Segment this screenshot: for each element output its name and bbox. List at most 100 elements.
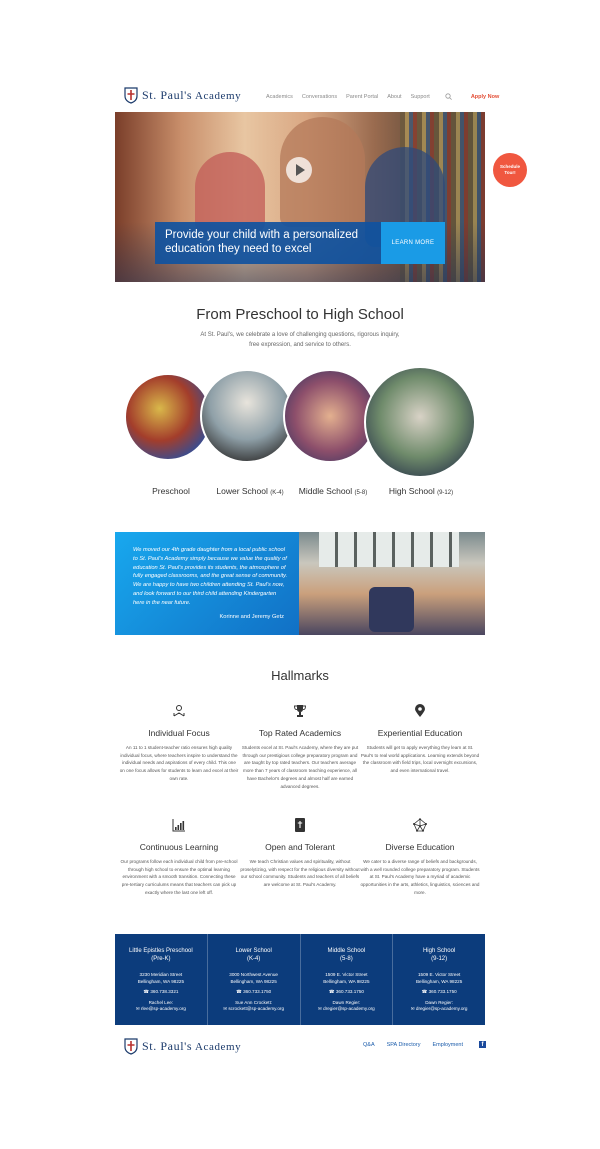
hallmark-text: Students excel at St. Paul's Academy, wh…: [241, 745, 359, 789]
students-photo: [299, 532, 485, 635]
contact-preschool: Little Epistles Preschool (Pre-K) 3230 Me…: [115, 934, 208, 1025]
school-contacts: Little Epistles Preschool (Pre-K) 3230 Me…: [115, 934, 485, 1025]
growth-chart-icon: [172, 818, 186, 832]
logo-text: St. Paul's Academy: [142, 1039, 242, 1053]
lower-school-photo[interactable]: [200, 369, 294, 463]
high-school-photo[interactable]: [364, 366, 476, 478]
contact-city: Bellingham, WA 98225: [137, 978, 185, 984]
nav-parent-portal[interactable]: Parent Portal: [346, 94, 378, 100]
hallmark-experiential: Experiential Education Students will get…: [360, 704, 480, 775]
hallmark-top-rated: Top Rated Academics Students excel at St…: [240, 704, 360, 790]
mail-icon: ✉: [410, 1006, 415, 1011]
main-nav: Academics Conversations Parent Portal Ab…: [266, 93, 499, 100]
map-pin-icon: [413, 704, 427, 718]
contact-title: Middle School: [327, 948, 366, 954]
level-middle-school[interactable]: Middle School (5-8): [290, 486, 376, 496]
footer-link-qa[interactable]: Q&A: [363, 1042, 375, 1048]
mail-icon: ✉: [135, 1006, 140, 1011]
hallmark-title: Open and Tolerant: [265, 842, 335, 852]
contact-grades: (5-8): [340, 956, 353, 962]
footer-logo[interactable]: St. Paul's Academy: [124, 1038, 241, 1055]
mail-icon: ✉: [223, 1006, 228, 1011]
schedule-label: Schedule: [499, 164, 520, 169]
crest-icon: [124, 87, 138, 104]
contact-high-school: High School (9-12) 1509 E. Victor Street …: [393, 934, 485, 1025]
hallmark-text: An 11 to 1 student-teacher ratio ensures…: [119, 745, 239, 781]
level-lower-school[interactable]: Lower School (K-4): [207, 486, 293, 496]
reading-child-icon: [172, 704, 186, 718]
schedule-label-2: Tour!: [504, 170, 516, 175]
trophy-icon: [293, 704, 307, 718]
contact-email[interactable]: ✉ dregier@sp-academy.org: [301, 1006, 393, 1013]
contact-email[interactable]: ✉ dregier@sp-academy.org: [393, 1006, 485, 1013]
search-icon[interactable]: [445, 93, 452, 100]
nav-conversations[interactable]: Conversations: [302, 94, 337, 100]
phone-icon: ☎: [421, 989, 428, 994]
site-logo[interactable]: St. Paul's Academy: [124, 87, 241, 104]
contact-city: Bellingham, WA 98225: [415, 978, 463, 984]
contact-lower-school: Lower School (K-4) 3000 Northwest Avenue …: [208, 934, 301, 1025]
phone-icon: ☎: [328, 989, 335, 994]
preschool-photo[interactable]: [124, 373, 212, 461]
hallmark-text: Our programs follow each individual chil…: [120, 859, 238, 895]
facebook-icon[interactable]: f: [479, 1041, 487, 1048]
hallmark-open-tolerant: Open and Tolerant We teach Christian val…: [240, 818, 360, 889]
schedule-tour-button[interactable]: Schedule Tour!: [493, 153, 527, 187]
hallmark-text: We teach Christian values and spirituali…: [240, 859, 360, 888]
nav-support[interactable]: Support: [411, 94, 430, 100]
hallmark-diverse: Diverse Education We cater to a diverse …: [360, 818, 480, 897]
contact-phone[interactable]: ☎ 360.733.1750: [301, 989, 393, 996]
nav-academics[interactable]: Academics: [266, 94, 293, 100]
hallmark-title: Individual Focus: [148, 728, 210, 738]
hallmark-title: Continuous Learning: [139, 842, 219, 852]
hallmark-continuous-learning: Continuous Learning Our programs follow …: [119, 818, 239, 897]
hallmark-text: Students will get to apply everything th…: [360, 745, 480, 774]
contact-email[interactable]: ✉ rlee@sp-academy.org: [115, 1006, 207, 1013]
level-preschool[interactable]: Preschool: [131, 486, 211, 496]
contact-title: High School: [422, 948, 456, 954]
network-icon: [413, 818, 427, 832]
learn-more-button[interactable]: LEARN MORE: [381, 222, 445, 264]
footer-link-directory[interactable]: SPA Directory: [387, 1042, 421, 1048]
phone-icon: ☎: [143, 989, 150, 994]
play-video-icon[interactable]: [286, 157, 312, 183]
middle-school-photo[interactable]: [283, 369, 377, 463]
programs-description: At St. Paul's, we celebrate a love of ch…: [200, 332, 400, 348]
contact-grades: (9-12): [431, 956, 448, 962]
photo-windows: [319, 532, 459, 567]
contact-grades: (K-4): [246, 956, 261, 962]
hallmark-text: We cater to a diverse range of beliefs a…: [360, 859, 480, 895]
contact-phone[interactable]: ☎ 360.733.1750: [393, 989, 485, 996]
contact-phone[interactable]: ☎ 360.738.3321: [115, 989, 207, 996]
contact-grades: (Pre-K): [151, 956, 171, 962]
contact-phone[interactable]: ☎ 360.733.1750: [208, 989, 300, 996]
bible-icon: [293, 818, 307, 832]
hallmarks-title: Hallmarks: [271, 668, 329, 683]
testimonial-box: We moved our 4th grade daughter from a l…: [115, 532, 299, 635]
contact-email[interactable]: ✉ scrockett@sp-academy.org: [208, 1006, 300, 1013]
testimonial-quote: We moved our 4th grade daughter from a l…: [133, 547, 288, 606]
phone-icon: ☎: [236, 989, 242, 994]
hero-child-left: [195, 152, 265, 232]
photo-backpack: [369, 587, 414, 632]
hallmark-individual-focus: Individual Focus An 11 to 1 student-teac…: [119, 704, 239, 783]
contact-city: Bellingham, WA 98225: [230, 978, 277, 984]
hallmark-title: Top Rated Academics: [258, 728, 342, 738]
nav-about[interactable]: About: [387, 94, 401, 100]
mail-icon: ✉: [318, 1006, 322, 1011]
level-high-school[interactable]: High School (9-12): [378, 486, 464, 496]
crest-icon: [124, 1038, 138, 1055]
apply-now-link[interactable]: Apply Now: [471, 94, 499, 100]
footer-link-employment[interactable]: Employment: [432, 1042, 463, 1048]
testimonial-author: Korinne and Jeremy Getz: [219, 614, 285, 620]
hallmark-title: Experiential Education: [377, 728, 463, 738]
contact-city: Bellingham, WA 98225: [323, 978, 370, 984]
hallmark-title: Diverse Education: [385, 842, 455, 852]
hero-headline: Provide your child with a personalized e…: [155, 222, 381, 264]
contact-middle-school: Middle School (5-8) 1509 E. Victor Street…: [301, 934, 394, 1025]
contact-title: Little Epistles Preschool: [129, 948, 193, 954]
contact-title: Lower School: [235, 948, 272, 954]
footer-links: Q&A SPA Directory Employment f: [363, 1041, 487, 1048]
programs-title: From Preschool to High School: [196, 306, 404, 323]
logo-text: St. Paul's Academy: [142, 88, 242, 102]
